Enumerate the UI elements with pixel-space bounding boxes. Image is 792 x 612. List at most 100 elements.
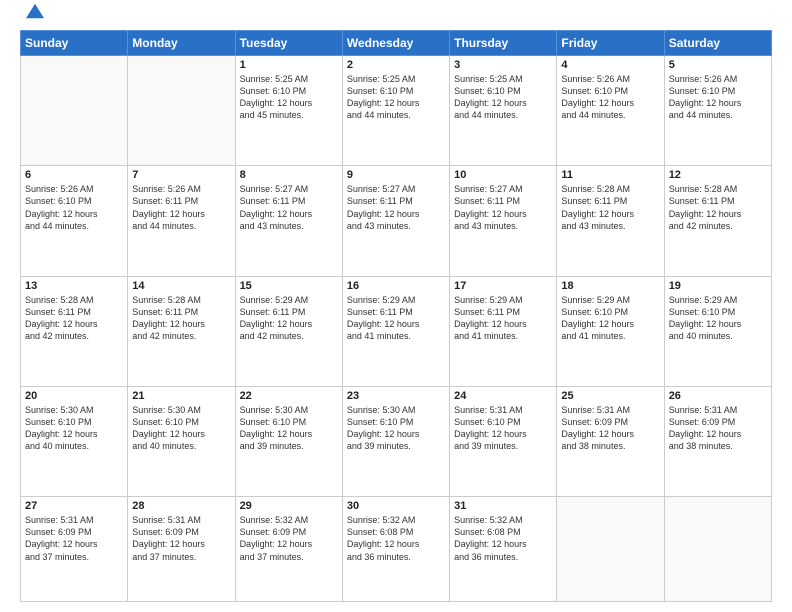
day-number: 25 — [561, 390, 659, 402]
day-info: Sunrise: 5:26 AM Sunset: 6:10 PM Dayligh… — [669, 73, 767, 122]
day-info: Sunrise: 5:26 AM Sunset: 6:10 PM Dayligh… — [25, 183, 123, 232]
day-info: Sunrise: 5:27 AM Sunset: 6:11 PM Dayligh… — [454, 183, 552, 232]
calendar-cell — [128, 56, 235, 166]
calendar-cell: 17 Sunrise: 5:29 AM Sunset: 6:11 PM Dayli… — [450, 276, 557, 386]
day-number: 4 — [561, 59, 659, 71]
day-number: 28 — [132, 500, 230, 512]
day-info: Sunrise: 5:28 AM Sunset: 6:11 PM Dayligh… — [561, 183, 659, 232]
calendar-cell: 16Sunrise: 5:29 AM Sunset: 6:11 PM Dayli… — [342, 276, 449, 386]
day-info: Sunrise: 5:30 AM Sunset: 6:10 PM Dayligh… — [240, 404, 338, 453]
day-info: Sunrise: 5:31 AM Sunset: 6:09 PM Dayligh… — [132, 514, 230, 563]
day-number: 31 — [454, 500, 552, 512]
calendar-cell: 18 Sunrise: 5:29 AM Sunset: 6:10 PM Dayli… — [557, 276, 664, 386]
day-number: 11 — [561, 169, 659, 181]
day-info: Sunrise: 5:31 AM Sunset: 6:09 PM Dayligh… — [669, 404, 767, 453]
day-number: 26 — [669, 390, 767, 402]
calendar-cell: 13Sunrise: 5:28 AM Sunset: 6:11 PM Dayli… — [21, 276, 128, 386]
calendar-cell: 25Sunrise: 5:31 AM Sunset: 6:09 PM Dayli… — [557, 386, 664, 496]
weekday-header-monday: Monday — [128, 31, 235, 56]
day-number: 7 — [132, 169, 230, 181]
day-info: Sunrise: 5:25 AM Sunset: 6:10 PM Dayligh… — [454, 73, 552, 122]
day-number: 10 — [454, 169, 552, 181]
day-info: Sunrise: 5:29 AM Sunset: 6:11 PM Dayligh… — [240, 294, 338, 343]
day-info: Sunrise: 5:29 AM Sunset: 6:11 PM Dayligh… — [454, 294, 552, 343]
day-number: 12 — [669, 169, 767, 181]
weekday-header-sunday: Sunday — [21, 31, 128, 56]
week-row-2: 6 Sunrise: 5:26 AM Sunset: 6:10 PM Daylig… — [21, 166, 772, 276]
calendar-cell: 21 Sunrise: 5:30 AM Sunset: 6:10 PM Dayli… — [128, 386, 235, 496]
calendar-cell: 23Sunrise: 5:30 AM Sunset: 6:10 PM Dayli… — [342, 386, 449, 496]
day-number: 15 — [240, 280, 338, 292]
calendar-cell: 2 Sunrise: 5:25 AM Sunset: 6:10 PM Daylig… — [342, 56, 449, 166]
week-row-1: 1Sunrise: 5:25 AM Sunset: 6:10 PM Daylig… — [21, 56, 772, 166]
weekday-header-friday: Friday — [557, 31, 664, 56]
day-number: 23 — [347, 390, 445, 402]
week-row-4: 20 Sunrise: 5:30 AM Sunset: 6:10 PM Dayli… — [21, 386, 772, 496]
calendar-cell: 11 Sunrise: 5:28 AM Sunset: 6:11 PM Dayli… — [557, 166, 664, 276]
calendar-cell: 10 Sunrise: 5:27 AM Sunset: 6:11 PM Dayli… — [450, 166, 557, 276]
calendar-cell — [664, 497, 771, 602]
day-info: Sunrise: 5:30 AM Sunset: 6:10 PM Dayligh… — [132, 404, 230, 453]
calendar-cell: 14Sunrise: 5:28 AM Sunset: 6:11 PM Dayli… — [128, 276, 235, 386]
calendar-cell: 6 Sunrise: 5:26 AM Sunset: 6:10 PM Daylig… — [21, 166, 128, 276]
day-number: 21 — [132, 390, 230, 402]
calendar-cell: 8 Sunrise: 5:27 AM Sunset: 6:11 PM Daylig… — [235, 166, 342, 276]
day-info: Sunrise: 5:31 AM Sunset: 6:09 PM Dayligh… — [25, 514, 123, 563]
logo — [20, 16, 44, 20]
day-info: Sunrise: 5:26 AM Sunset: 6:10 PM Dayligh… — [561, 73, 659, 122]
day-info: Sunrise: 5:32 AM Sunset: 6:08 PM Dayligh… — [347, 514, 445, 563]
day-info: Sunrise: 5:28 AM Sunset: 6:11 PM Dayligh… — [25, 294, 123, 343]
day-info: Sunrise: 5:25 AM Sunset: 6:10 PM Dayligh… — [240, 73, 338, 122]
header — [20, 16, 772, 20]
day-number: 3 — [454, 59, 552, 71]
calendar-cell: 24Sunrise: 5:31 AM Sunset: 6:10 PM Dayli… — [450, 386, 557, 496]
day-number: 6 — [25, 169, 123, 181]
weekday-header-thursday: Thursday — [450, 31, 557, 56]
weekday-header-wednesday: Wednesday — [342, 31, 449, 56]
day-number: 9 — [347, 169, 445, 181]
calendar-cell: 29Sunrise: 5:32 AM Sunset: 6:09 PM Dayli… — [235, 497, 342, 602]
weekday-header-row: SundayMondayTuesdayWednesdayThursdayFrid… — [21, 31, 772, 56]
day-info: Sunrise: 5:25 AM Sunset: 6:10 PM Dayligh… — [347, 73, 445, 122]
calendar-cell: 7Sunrise: 5:26 AM Sunset: 6:11 PM Daylig… — [128, 166, 235, 276]
day-number: 2 — [347, 59, 445, 71]
calendar-cell: 4 Sunrise: 5:26 AM Sunset: 6:10 PM Daylig… — [557, 56, 664, 166]
calendar-cell: 28 Sunrise: 5:31 AM Sunset: 6:09 PM Dayli… — [128, 497, 235, 602]
calendar-cell: 22 Sunrise: 5:30 AM Sunset: 6:10 PM Dayli… — [235, 386, 342, 496]
day-number: 8 — [240, 169, 338, 181]
day-number: 27 — [25, 500, 123, 512]
calendar-cell: 19Sunrise: 5:29 AM Sunset: 6:10 PM Dayli… — [664, 276, 771, 386]
weekday-header-tuesday: Tuesday — [235, 31, 342, 56]
calendar-cell: 1Sunrise: 5:25 AM Sunset: 6:10 PM Daylig… — [235, 56, 342, 166]
day-info: Sunrise: 5:31 AM Sunset: 6:10 PM Dayligh… — [454, 404, 552, 453]
day-number: 22 — [240, 390, 338, 402]
calendar-cell: 3 Sunrise: 5:25 AM Sunset: 6:10 PM Daylig… — [450, 56, 557, 166]
day-number: 17 — [454, 280, 552, 292]
logo-icon — [26, 2, 44, 20]
day-info: Sunrise: 5:27 AM Sunset: 6:11 PM Dayligh… — [347, 183, 445, 232]
day-info: Sunrise: 5:27 AM Sunset: 6:11 PM Dayligh… — [240, 183, 338, 232]
day-number: 5 — [669, 59, 767, 71]
day-info: Sunrise: 5:32 AM Sunset: 6:09 PM Dayligh… — [240, 514, 338, 563]
day-number: 19 — [669, 280, 767, 292]
calendar-cell — [557, 497, 664, 602]
calendar-cell: 20 Sunrise: 5:30 AM Sunset: 6:10 PM Dayli… — [21, 386, 128, 496]
calendar-cell — [21, 56, 128, 166]
day-number: 20 — [25, 390, 123, 402]
day-number: 30 — [347, 500, 445, 512]
day-info: Sunrise: 5:29 AM Sunset: 6:10 PM Dayligh… — [561, 294, 659, 343]
day-info: Sunrise: 5:28 AM Sunset: 6:11 PM Dayligh… — [669, 183, 767, 232]
page: SundayMondayTuesdayWednesdayThursdayFrid… — [0, 0, 792, 612]
day-info: Sunrise: 5:32 AM Sunset: 6:08 PM Dayligh… — [454, 514, 552, 563]
day-number: 14 — [132, 280, 230, 292]
calendar-cell: 30 Sunrise: 5:32 AM Sunset: 6:08 PM Dayli… — [342, 497, 449, 602]
day-number: 18 — [561, 280, 659, 292]
day-info: Sunrise: 5:30 AM Sunset: 6:10 PM Dayligh… — [25, 404, 123, 453]
day-number: 16 — [347, 280, 445, 292]
calendar-cell: 27 Sunrise: 5:31 AM Sunset: 6:09 PM Dayli… — [21, 497, 128, 602]
calendar-cell: 9 Sunrise: 5:27 AM Sunset: 6:11 PM Daylig… — [342, 166, 449, 276]
weekday-header-saturday: Saturday — [664, 31, 771, 56]
calendar-cell: 5 Sunrise: 5:26 AM Sunset: 6:10 PM Daylig… — [664, 56, 771, 166]
week-row-5: 27 Sunrise: 5:31 AM Sunset: 6:09 PM Dayli… — [21, 497, 772, 602]
calendar-cell: 31 Sunrise: 5:32 AM Sunset: 6:08 PM Dayli… — [450, 497, 557, 602]
